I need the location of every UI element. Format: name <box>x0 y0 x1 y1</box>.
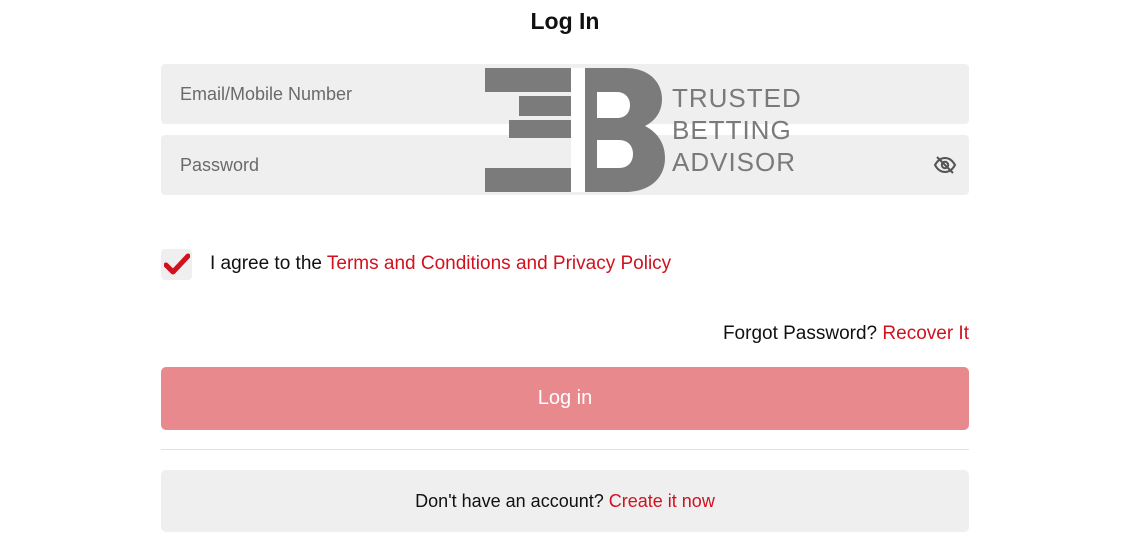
email-input[interactable] <box>161 64 969 124</box>
create-account-link[interactable]: Create it now <box>609 491 715 512</box>
signup-prompt: Don't have an account? Create it now <box>161 470 969 532</box>
login-page: Log In TRUSTED BETTING ADVISO <box>0 0 1130 549</box>
checkmark-icon <box>163 253 190 275</box>
recover-link[interactable]: Recover It <box>882 323 969 344</box>
forgot-password: Forgot Password? Recover It <box>723 323 969 345</box>
password-input[interactable] <box>161 135 933 195</box>
email-field[interactable] <box>161 64 969 124</box>
eye-slash-icon[interactable] <box>933 153 957 177</box>
password-field[interactable] <box>161 135 969 195</box>
terms-link[interactable]: Terms and Conditions and Privacy Policy <box>327 253 671 274</box>
signup-text: Don't have an account? <box>415 490 604 511</box>
divider <box>161 449 969 450</box>
page-title: Log In <box>530 8 600 34</box>
terms-checkbox[interactable] <box>161 248 192 280</box>
terms-agreement: I agree to the Terms and Conditions and … <box>161 248 671 280</box>
login-button[interactable]: Log in <box>161 367 969 430</box>
terms-prefix: I agree to the <box>210 253 327 274</box>
forgot-password-text: Forgot Password? <box>722 323 883 344</box>
terms-label: I agree to the Terms and Conditions and … <box>210 253 671 275</box>
